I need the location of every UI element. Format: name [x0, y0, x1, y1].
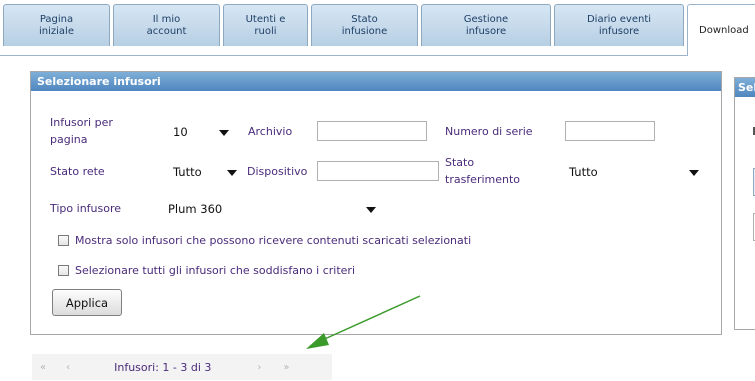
tab-event-log-label: Diario eventi infusore [586, 13, 652, 37]
right-panel-partial: Sele [734, 77, 755, 330]
next-page-button[interactable]: › [257, 362, 261, 373]
chevron-down-icon [219, 130, 229, 136]
serial-number-label: Numero di serie [445, 125, 533, 138]
select-all-label: Selezionare tutti gli infusori che soddi… [75, 264, 356, 277]
eligible-only-checkbox[interactable] [58, 235, 69, 246]
last-page-button[interactable]: » [283, 362, 289, 373]
infuser-type-value: Plum 360 [168, 202, 223, 216]
select-all-checkbox[interactable] [58, 265, 69, 276]
per-page-value: 10 [173, 125, 188, 139]
archive-input[interactable] [317, 121, 427, 141]
serial-number-input[interactable] [565, 121, 655, 141]
tab-bar: Pagina iniziale Il mio account Utenti e … [0, 0, 755, 56]
tab-download-label: Download [699, 24, 749, 36]
tab-download[interactable]: Download [687, 4, 755, 56]
infuser-type-select[interactable]: Plum 360 [164, 199, 382, 219]
tab-home-label: Pagina iniziale [39, 13, 74, 37]
apply-button[interactable]: Applica [52, 289, 122, 316]
pagination-info: Infusori: 1 - 3 di 3 [114, 360, 212, 374]
infuser-type-label: Tipo infusore [50, 202, 122, 215]
chevron-down-icon [689, 170, 699, 176]
transfer-status-label: Stato trasferimento [445, 156, 521, 186]
first-page-button[interactable]: « [40, 362, 46, 373]
network-status-select[interactable]: Tutto [169, 162, 243, 182]
tab-home[interactable]: Pagina iniziale [3, 4, 110, 46]
checkbox-row-eligible[interactable]: Mostra solo infusori che possono ricever… [58, 234, 471, 247]
right-panel-title: Sele [735, 78, 755, 97]
panel-title: Selezionare infusori [31, 72, 721, 91]
device-input[interactable] [317, 161, 439, 181]
tab-my-account-label: Il mio account [146, 13, 187, 37]
device-label: Dispositivo [247, 165, 308, 178]
per-page-label: Infusori per pagina [50, 116, 113, 146]
tab-my-account[interactable]: Il mio account [113, 4, 220, 46]
transfer-status-value: Tutto [569, 165, 598, 179]
chevron-down-icon [227, 170, 237, 176]
checkbox-row-select-all[interactable]: Selezionare tutti gli infusori che soddi… [58, 264, 355, 277]
tab-infuser-management-label: Gestione infusore [463, 13, 509, 37]
tab-users-roles-label: Utenti e ruoli [245, 13, 286, 37]
archive-label: Archivio [248, 125, 293, 138]
chevron-down-icon [366, 207, 376, 213]
tab-event-log[interactable]: Diario eventi infusore [554, 4, 684, 46]
per-page-select[interactable]: 10 [169, 122, 235, 142]
previous-page-button[interactable]: ‹ [66, 362, 70, 373]
network-status-value: Tutto [173, 165, 202, 179]
tab-infusion-status-label: Stato infusione [341, 13, 388, 37]
network-status-label: Stato rete [50, 165, 105, 178]
pagination: « ‹ Infusori: 1 - 3 di 3 › » [32, 354, 332, 380]
select-infusers-panel: Selezionare infusori Infusori per pagina… [30, 71, 722, 335]
tab-infusion-status[interactable]: Stato infusione [311, 4, 418, 46]
eligible-only-label: Mostra solo infusori che possono ricever… [75, 234, 472, 247]
tab-infuser-management[interactable]: Gestione infusore [421, 4, 551, 46]
transfer-status-select[interactable]: Tutto [565, 162, 705, 182]
tab-users-roles[interactable]: Utenti e ruoli [223, 4, 308, 46]
